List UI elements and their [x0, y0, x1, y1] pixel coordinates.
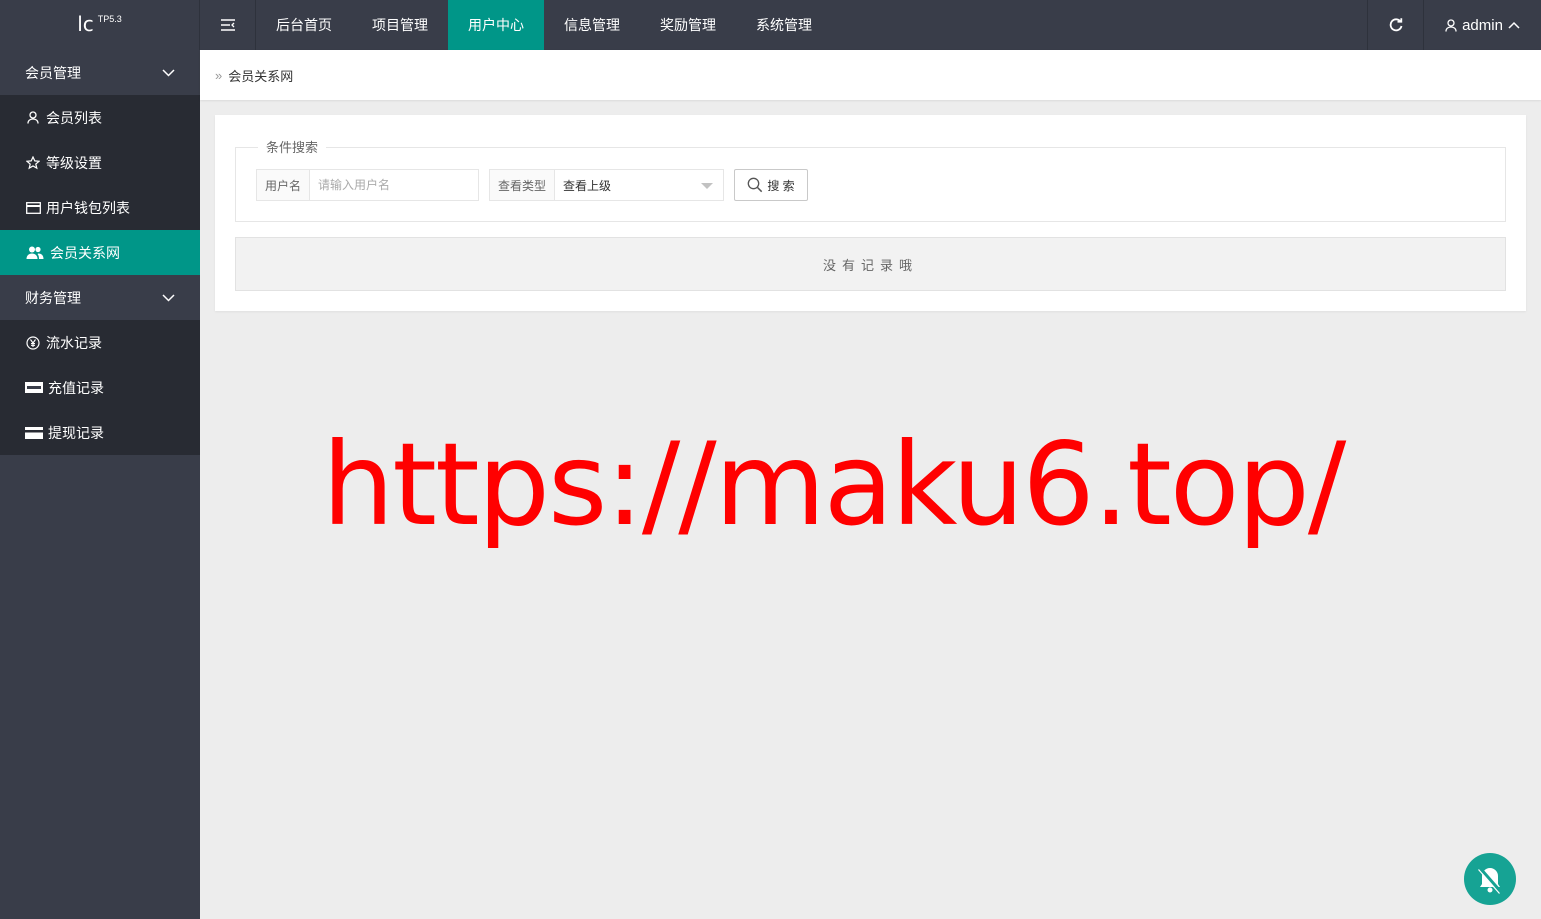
sidebar-group-label: 会员管理 [25, 64, 81, 81]
breadcrumb-current: 会员关系网 [228, 68, 294, 84]
yen-icon [25, 335, 41, 351]
star-icon [25, 155, 41, 171]
logo-text: lc [77, 12, 94, 36]
user-icon [1445, 18, 1457, 32]
view-type-field: 查看类型 查看上级 [489, 169, 724, 201]
breadcrumb: » 会员关系网 [200, 50, 1541, 100]
sidebar-item-withdraw[interactable]: 提现记录 [0, 410, 200, 455]
sidebar-item-label: 会员关系网 [50, 244, 120, 261]
card-icon [25, 200, 41, 216]
user-icon [25, 110, 41, 126]
user-menu[interactable]: admin [1423, 0, 1541, 50]
sidebar-item-wallet-list[interactable]: 用户钱包列表 [0, 185, 200, 230]
top-header: lc TP5.3 后台首页 项目管理 用户中心 信息管理 奖励管理 系统管理 a… [0, 0, 1541, 50]
bell-off-icon [1478, 867, 1503, 894]
username-field: 用户名 [256, 169, 479, 201]
nav-system[interactable]: 系统管理 [736, 0, 832, 50]
nav-projects[interactable]: 项目管理 [352, 0, 448, 50]
content-panel: 条件搜索 用户名 查看类型 查看上级 搜 索 没有记录哦 [215, 115, 1526, 311]
sidebar-item-label: 会员列表 [46, 109, 102, 126]
search-button-label: 搜 索 [767, 178, 795, 193]
sidebar-item-recharge[interactable]: 充值记录 [0, 365, 200, 410]
nav-user-center[interactable]: 用户中心 [448, 0, 544, 50]
view-type-value: 查看上级 [563, 178, 612, 193]
app-logo[interactable]: lc TP5.3 [0, 0, 200, 50]
header-right: admin [1367, 0, 1541, 50]
refresh-icon [1389, 18, 1402, 32]
menu-toggle-button[interactable] [200, 0, 256, 50]
sidebar-item-label: 流水记录 [46, 334, 102, 351]
card-icon [25, 425, 43, 441]
sidebar-submenu-members: 会员列表 等级设置 用户钱包列表 会员关系网 [0, 95, 200, 275]
sidebar-submenu-finance: 流水记录 充值记录 提现记录 [0, 320, 200, 455]
paypal-icon [25, 380, 43, 396]
chevron-up-icon [1508, 21, 1520, 29]
search-button[interactable]: 搜 索 [734, 169, 808, 201]
search-legend: 条件搜索 [258, 137, 327, 156]
nav-home[interactable]: 后台首页 [256, 0, 352, 50]
sidebar-item-label: 充值记录 [48, 379, 104, 396]
search-fieldset: 条件搜索 用户名 查看类型 查看上级 搜 索 [235, 137, 1506, 222]
sidebar: 会员管理 会员列表 等级设置 用户钱包列表 会员关系网 财务管理 流水记录 充值… [0, 50, 200, 919]
caret-down-icon [701, 183, 713, 189]
sidebar-group-label: 财务管理 [25, 289, 81, 306]
sidebar-item-transactions[interactable]: 流水记录 [0, 320, 200, 365]
nav-rewards[interactable]: 奖励管理 [640, 0, 736, 50]
breadcrumb-separator: » [215, 67, 223, 83]
empty-records: 没有记录哦 [235, 237, 1506, 291]
floating-notification-button[interactable] [1464, 853, 1516, 905]
users-icon [25, 245, 45, 261]
sidebar-item-label: 提现记录 [48, 424, 104, 441]
sidebar-item-label: 用户钱包列表 [46, 199, 130, 216]
username-input[interactable] [310, 170, 478, 200]
chevron-down-icon [162, 293, 175, 302]
sidebar-item-label: 等级设置 [46, 154, 102, 171]
sidebar-item-member-network[interactable]: 会员关系网 [0, 230, 200, 275]
view-type-label: 查看类型 [490, 170, 556, 200]
sidebar-item-member-list[interactable]: 会员列表 [0, 95, 200, 140]
app-version: TP5.3 [97, 14, 122, 24]
sidebar-item-level-settings[interactable]: 等级设置 [0, 140, 200, 185]
menu-fold-icon [220, 19, 235, 31]
refresh-button[interactable] [1367, 0, 1423, 50]
chevron-down-icon [162, 68, 175, 77]
user-name: admin [1462, 16, 1503, 34]
nav-info[interactable]: 信息管理 [544, 0, 640, 50]
view-type-select[interactable]: 查看上级 [555, 170, 723, 200]
watermark-url: https://maku6.top/ [322, 418, 1346, 551]
sidebar-group-members[interactable]: 会员管理 [0, 50, 200, 95]
username-label: 用户名 [257, 170, 310, 200]
sidebar-group-finance[interactable]: 财务管理 [0, 275, 200, 320]
search-icon [747, 177, 763, 193]
top-nav: 后台首页 项目管理 用户中心 信息管理 奖励管理 系统管理 [256, 0, 832, 50]
